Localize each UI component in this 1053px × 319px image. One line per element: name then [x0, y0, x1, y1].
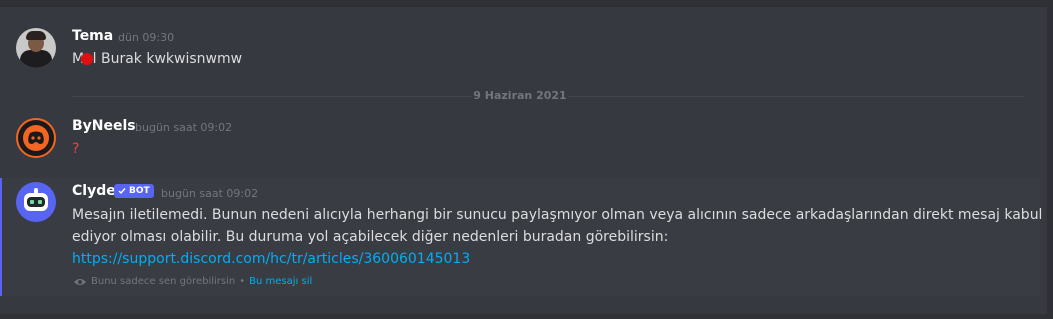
- support-link[interactable]: https://support.discord.com/hc/tr/articl…: [72, 248, 1042, 270]
- checkmark-icon: [118, 188, 126, 195]
- username-byneels[interactable]: ByNeels: [72, 118, 136, 134]
- bottom-edge: [0, 314, 1053, 319]
- bot-tag: BOT: [114, 184, 154, 198]
- avatar-byneels[interactable]: [16, 118, 56, 158]
- timestamp-byneels: bugün saat 09:02: [135, 121, 233, 134]
- avatar-tema[interactable]: [16, 28, 56, 68]
- red-dot-overlay: [81, 53, 93, 65]
- top-edge: [0, 0, 1053, 7]
- message-text-tema: Mal Burak kwkwisnwmw: [72, 51, 243, 67]
- eye-icon: [74, 278, 86, 285]
- message-text-clyde: Mesajın iletilemedi. Bunun nedeni alıcıy…: [72, 204, 1042, 270]
- username-clyde[interactable]: Clyde: [72, 183, 116, 199]
- date-divider: 9 Haziran 2021: [472, 89, 568, 102]
- ephemeral-separator: •: [239, 276, 246, 287]
- discord-logo-icon: [23, 125, 49, 151]
- timestamp-clyde: bugün saat 09:02: [161, 187, 259, 200]
- message-text-byneels: ?: [72, 141, 80, 157]
- dismiss-message-link[interactable]: Bu mesajı sil: [249, 276, 312, 287]
- username-tema[interactable]: Tema: [72, 28, 113, 44]
- divider-line-right: [568, 96, 1024, 97]
- bot-tag-label: BOT: [129, 186, 150, 196]
- ephemeral-notice: Bunu sadece sen görebilirsin • Bu mesajı…: [73, 276, 312, 287]
- clyde-line-2: ediyor olması olabilir. Bu duruma yol aç…: [72, 229, 669, 245]
- clyde-line-1: Mesajın iletilemedi. Bunun nedeni alıcıy…: [72, 207, 1043, 223]
- divider-line-left: [72, 96, 472, 97]
- ephemeral-note: Bunu sadece sen görebilirsin: [91, 276, 236, 287]
- scrollbar-track[interactable]: [1047, 0, 1053, 319]
- clyde-message-accent-bar: [0, 178, 2, 296]
- timestamp-tema: dün 09:30: [118, 31, 175, 44]
- avatar-clyde[interactable]: [16, 182, 56, 222]
